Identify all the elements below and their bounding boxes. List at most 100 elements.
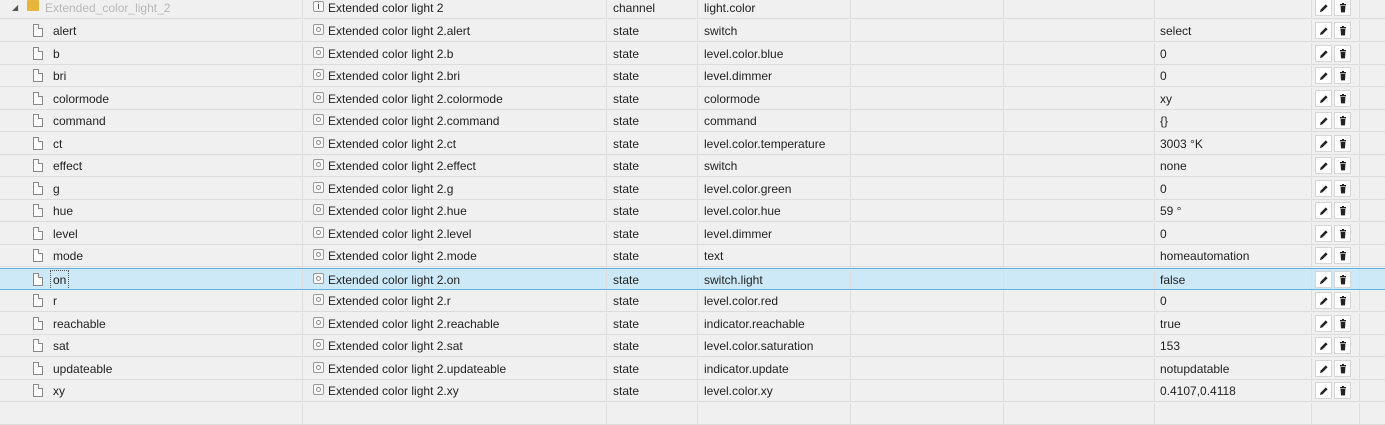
type-cell: state (607, 312, 698, 334)
delete-button[interactable] (1334, 44, 1351, 62)
delete-button[interactable] (1334, 247, 1351, 264)
edit-button[interactable] (1315, 112, 1332, 129)
edit-button[interactable] (1315, 202, 1332, 219)
delete-button[interactable] (1334, 292, 1351, 309)
edit-button[interactable] (1315, 224, 1332, 242)
table-row[interactable]: level Extended color light 2.level state le… (0, 222, 1385, 245)
table-row[interactable]: bri Extended color light 2.bri state level.… (0, 65, 1385, 87)
value-cell[interactable]: 0 (1155, 42, 1312, 64)
role-cell: indicator.update (698, 357, 851, 379)
file-icon (33, 91, 43, 105)
edit-button[interactable] (1315, 337, 1332, 354)
edit-button[interactable] (1315, 247, 1332, 264)
id-cell: on (0, 268, 303, 289)
edit-button[interactable] (1315, 67, 1332, 84)
name-cell: Extended color light 2.level (303, 222, 607, 244)
type-cell: state (607, 42, 698, 64)
id-cell: colormode (0, 87, 303, 109)
delete-button[interactable] (1334, 270, 1351, 288)
edit-button[interactable] (1315, 270, 1332, 288)
value-cell[interactable]: 153 (1155, 335, 1312, 356)
function-cell (1004, 312, 1155, 334)
value-cell[interactable]: 59 ° (1155, 200, 1312, 221)
channel-name: Extended color light 2 (328, 1, 444, 15)
table-row[interactable]: on Extended color light 2.on state switch.l… (0, 267, 1385, 290)
delete-button[interactable] (1334, 112, 1351, 129)
delete-button[interactable] (1334, 224, 1351, 242)
value-cell[interactable]: none (1155, 155, 1312, 176)
edit-button[interactable] (1315, 314, 1332, 332)
value-cell[interactable]: xy (1155, 87, 1312, 109)
value-cell[interactable]: 0.4107,0.4118 (1155, 380, 1312, 401)
state-name: Extended color light 2.on (328, 272, 461, 287)
value-cell[interactable]: 3003 °K (1155, 132, 1312, 154)
edit-button[interactable] (1315, 157, 1332, 174)
table-row[interactable]: effect Extended color light 2.effect state… (0, 155, 1385, 177)
name-cell: Extended color light 2.on (303, 268, 607, 289)
value-cell[interactable]: homeautomation (1155, 245, 1312, 266)
table-row[interactable]: colormode Extended color light 2.colormod… (0, 87, 1385, 110)
actions-cell (1312, 290, 1360, 311)
value-cell[interactable]: {} (1155, 110, 1312, 131)
table-row[interactable]: alert Extended color light 2.alert state sw… (0, 20, 1385, 42)
table-row[interactable]: b Extended color light 2.b state level.colo… (0, 42, 1385, 65)
value-cell (1155, 402, 1312, 424)
table-row[interactable]: mode Extended color light 2.mode state text… (0, 245, 1385, 267)
table-row[interactable]: command Extended color light 2.command sta… (0, 110, 1385, 132)
delete-button[interactable] (1334, 382, 1351, 399)
table-row[interactable]: reachable Extended color light 2.reachabl… (0, 312, 1385, 335)
value-cell[interactable]: 0 (1155, 65, 1312, 86)
table-row[interactable]: sat Extended color light 2.sat state level.… (0, 335, 1385, 357)
table-row[interactable]: r Extended color light 2.r state level.colo… (0, 290, 1385, 312)
delete-button[interactable] (1334, 179, 1351, 197)
state-icon (313, 294, 324, 305)
delete-button[interactable] (1334, 202, 1351, 219)
collapse-arrow-icon[interactable]: ◢ (12, 0, 18, 18)
table-row[interactable]: xy Extended color light 2.xy state level.co… (0, 380, 1385, 402)
delete-button[interactable] (1334, 22, 1351, 39)
edit-button[interactable] (1315, 179, 1332, 197)
value-cell[interactable]: 0 (1155, 290, 1312, 311)
spacer-cell (1360, 133, 1385, 154)
edit-button[interactable] (1315, 44, 1332, 62)
delete-button[interactable] (1334, 134, 1351, 152)
state-icon (313, 249, 324, 260)
value-cell[interactable]: true (1155, 312, 1312, 334)
delete-button[interactable] (1334, 67, 1351, 84)
id-cell: mode (0, 245, 303, 266)
delete-button[interactable] (1334, 359, 1351, 377)
edit-button[interactable] (1315, 359, 1332, 377)
function-cell (1004, 177, 1155, 199)
delete-button[interactable] (1334, 157, 1351, 174)
table-row[interactable]: g Extended color light 2.g state level.colo… (0, 177, 1385, 200)
type-cell: state (607, 245, 698, 266)
value-cell[interactable]: false (1155, 268, 1312, 289)
state-id: command (53, 114, 106, 128)
function-cell (1004, 132, 1155, 154)
state-name: Extended color light 2.colormode (328, 91, 503, 106)
value-cell[interactable]: 0 (1155, 222, 1312, 244)
edit-button[interactable] (1315, 292, 1332, 309)
edit-button[interactable] (1315, 382, 1332, 399)
channel-row[interactable]: ◢ Extended_color_light_2 i Extended color l… (0, 0, 1385, 19)
role-cell: command (698, 110, 851, 131)
value-cell[interactable]: notupdatable (1155, 357, 1312, 379)
table-row[interactable]: hue Extended color light 2.hue state level.… (0, 200, 1385, 222)
delete-button[interactable] (1334, 89, 1351, 107)
type-cell: state (607, 335, 698, 356)
edit-button[interactable] (1315, 89, 1332, 107)
edit-button[interactable] (1315, 134, 1332, 152)
id-cell: g (0, 177, 303, 199)
id-cell: ◢ Extended_color_light_2 (0, 0, 303, 18)
delete-button[interactable] (1334, 314, 1351, 332)
actions-cell (1312, 0, 1360, 18)
edit-button[interactable] (1315, 22, 1332, 39)
table-row[interactable]: ct Extended color light 2.ct state level.co… (0, 132, 1385, 155)
spacer-cell (1360, 88, 1385, 109)
delete-button[interactable] (1334, 0, 1351, 16)
delete-button[interactable] (1334, 337, 1351, 354)
table-row[interactable]: updateable Extended color light 2.updatea… (0, 357, 1385, 380)
edit-button[interactable] (1315, 0, 1332, 16)
value-cell[interactable]: 0 (1155, 177, 1312, 199)
value-cell[interactable]: select (1155, 20, 1312, 41)
